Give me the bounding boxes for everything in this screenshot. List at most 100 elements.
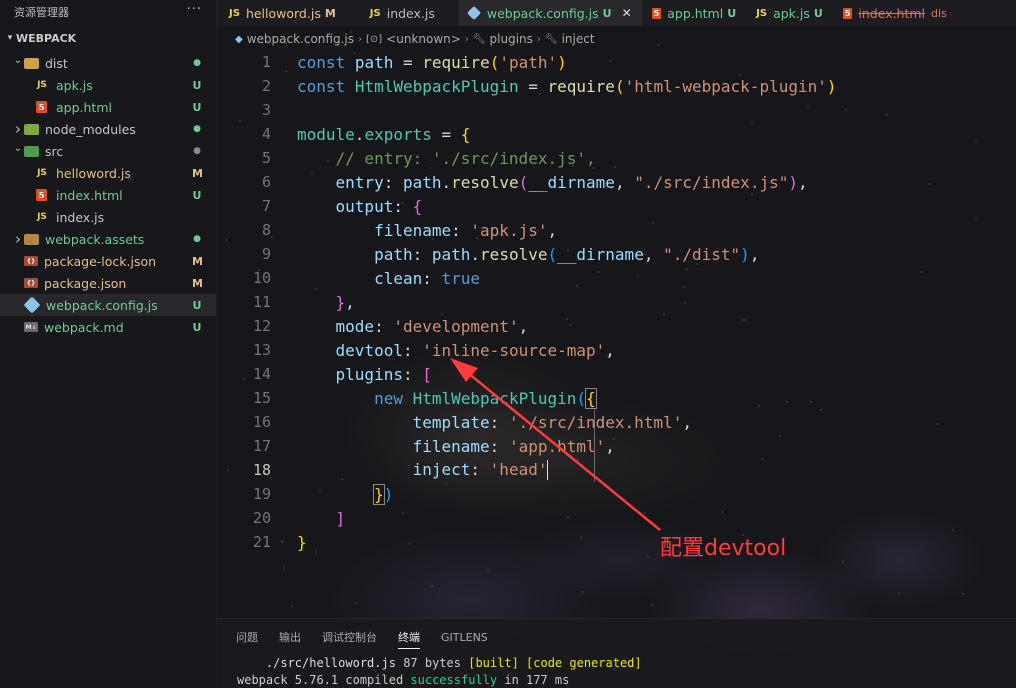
tab-status-badge: U (727, 6, 737, 20)
tree-item[interactable]: › node_modules ● (0, 118, 216, 140)
line-number: 14 (252, 365, 271, 383)
breadcrumb-file[interactable]: webpack.config.js (247, 32, 354, 46)
git-status-badge: M (192, 166, 203, 180)
tree-item[interactable]: JS helloword.js M (0, 162, 216, 184)
workspace-section[interactable]: ▾ WEBPACK (0, 24, 216, 52)
tree-item[interactable]: {} package.json M (0, 272, 216, 294)
tree-item[interactable]: {} package-lock.json M (0, 250, 216, 272)
bottom-panel: 问题 输出 调试控制台 终端 GITLENS ./src/helloword.js 87… (217, 618, 1016, 688)
editor-tab[interactable]: 5 index.html dis (833, 0, 957, 26)
line-number: 20 (252, 509, 271, 527)
panel-tab[interactable]: 调试控制台 (322, 619, 377, 655)
tree-item[interactable]: JS apk.js U (0, 74, 216, 96)
breadcrumb-plugins[interactable]: plugins (490, 32, 533, 46)
tree-item-label: package.json (44, 275, 127, 291)
file-tree: ⌄ dist ● JS apk.js U 5 app.html U › node_modules ● ⌄… (0, 52, 216, 338)
panel-tab[interactable]: GITLENS (441, 619, 488, 655)
tree-item[interactable]: 5 app.html U (0, 96, 216, 118)
editor-tab[interactable]: JS helloword.js M (217, 0, 346, 26)
code-editor[interactable]: 1 const path = require('path') 2 const H… (217, 50, 1016, 618)
tree-item[interactable]: › webpack.assets ● (0, 228, 216, 250)
javascript-file-icon: JS (756, 7, 768, 19)
more-actions-icon[interactable]: ··· (187, 2, 202, 17)
code-line: 6 entry: path.resolve(__dirname, "./src/… (217, 170, 1016, 194)
code-text: }, (335, 292, 355, 312)
tree-item-label: package-lock.json (44, 253, 157, 269)
code-text: path: path.resolve(__dirname, "./dist"), (374, 244, 760, 264)
git-status-badge: M (192, 276, 203, 290)
line-number: 19 (252, 485, 271, 503)
tree-item[interactable]: 5 index.html U (0, 184, 216, 206)
code-text: const path = require('path') (297, 52, 567, 72)
tree-item[interactable]: webpack.config.js U (0, 294, 216, 316)
code-line: 15 new HtmlWebpackPlugin({ (217, 386, 1016, 410)
html-file-icon: 5 (842, 7, 853, 19)
html-file-icon: 5 (651, 7, 662, 19)
terminal-output[interactable]: ./src/helloword.js 87 bytes [built] [cod… (217, 655, 1016, 688)
git-status-badge: U (192, 298, 202, 312)
line-number: 2 (261, 77, 271, 95)
tab-status-badge: U (602, 6, 612, 20)
git-status-badge: ● (193, 146, 201, 156)
terminal-size: 87 bytes (403, 656, 461, 670)
git-status-badge: U (192, 320, 202, 334)
markdown-file-icon: M↓ (24, 322, 38, 332)
terminal-time: in 177 ms (504, 673, 570, 687)
panel-tab[interactable]: 问题 (236, 619, 258, 655)
tree-item-label: dist (45, 55, 68, 71)
node-folder-icon (24, 123, 39, 135)
breadcrumb-separator: › (536, 33, 541, 45)
code-line: 16 template: './src/index.html', (217, 410, 1016, 434)
panel-tab[interactable]: 输出 (279, 619, 301, 655)
tab-label: app.html (667, 5, 724, 21)
code-line: 4 module.exports = { (217, 122, 1016, 146)
chevron-down-icon: ⌄ (13, 142, 23, 154)
line-number: 12 (252, 317, 271, 335)
code-line: 5 // entry: './src/index.js', (217, 146, 1016, 170)
html-file-icon: 5 (36, 101, 47, 113)
explorer-header: 资源管理器 ··· (0, 0, 216, 24)
javascript-file-icon: JS (37, 168, 47, 178)
line-number: 3 (261, 101, 271, 119)
html-file-icon: 5 (36, 189, 47, 201)
tree-item[interactable]: ⌄ src ● (0, 140, 216, 162)
tree-item[interactable]: JS index.js (0, 206, 216, 228)
code-line: 1 const path = require('path') (217, 50, 1016, 74)
breadcrumb-unknown[interactable]: <unknown> (386, 32, 461, 46)
line-number: 21 (252, 533, 271, 551)
line-number: 13 (252, 341, 271, 359)
tree-item-label: index.js (56, 209, 105, 225)
editor-tab[interactable]: JS apk.js U (746, 0, 833, 26)
code-text: devtool: 'inline-source-map', (335, 340, 615, 360)
panel-tabs: 问题 输出 调试控制台 终端 GITLENS (217, 619, 1016, 655)
editor-tabs: JS helloword.js M JS index.js webpack.config.… (217, 0, 1016, 26)
tree-item-label: src (45, 143, 64, 159)
terminal-success: successfully (410, 673, 498, 687)
object-icon: [⊙] (365, 33, 383, 45)
line-number: 18 (252, 461, 271, 479)
code-text: clean: true (374, 268, 481, 288)
tab-label: helloword.js (245, 5, 321, 21)
git-status-badge: M (192, 254, 203, 268)
line-number: 1 (261, 53, 271, 71)
breadcrumb-inject[interactable]: inject (562, 32, 595, 46)
tree-item[interactable]: M↓ webpack.md U (0, 316, 216, 338)
tree-item[interactable]: ⌄ dist ● (0, 52, 216, 74)
workspace-title: WEBPACK (16, 31, 77, 45)
javascript-file-icon: JS (369, 7, 381, 19)
editor-tab[interactable]: webpack.config.js U ✕ (458, 0, 642, 26)
tab-label: webpack.config.js (486, 5, 599, 21)
explorer-sidebar: 资源管理器 ··· ▾ WEBPACK ⌄ dist ● JS apk.js U 5 app.… (0, 0, 217, 688)
editor-tab[interactable]: 5 app.html U (642, 0, 747, 26)
line-number: 10 (252, 269, 271, 287)
close-icon[interactable]: ✕ (622, 6, 632, 20)
folder-icon (24, 233, 39, 245)
tree-item-label: webpack.config.js (46, 297, 158, 313)
chevron-right-icon: › (15, 120, 21, 138)
tree-item-label: webpack.assets (45, 231, 145, 247)
javascript-file-icon: JS (37, 80, 47, 90)
breadcrumb-separator: › (464, 33, 469, 45)
panel-tab[interactable]: 终端 (398, 619, 420, 655)
editor-tab[interactable]: JS index.js (360, 0, 445, 26)
tab-label: apk.js (773, 5, 810, 21)
